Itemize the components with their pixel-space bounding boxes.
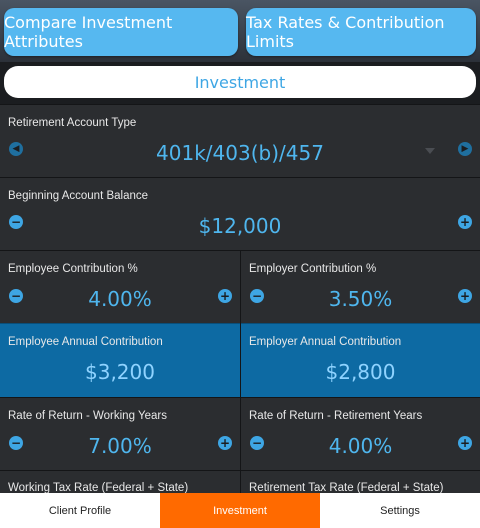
employee-annual-contribution-panel: Employee Annual Contribution $3,200 [0,323,240,397]
employee-contribution-pct-panel: Employee Contribution % − 4.00% + [0,250,240,323]
employer-annual-contribution-label: Employer Annual Contribution [249,336,402,348]
employee-annual-contribution-value: $3,200 [85,360,155,384]
tab-settings[interactable]: Settings [320,493,480,528]
rate-of-return-working-value[interactable]: 7.00% [0,434,240,458]
employee-contribution-pct-value[interactable]: 4.00% [0,287,240,311]
dropdown-caret-icon[interactable] [425,148,435,154]
rate-of-return-retirement-panel: Rate of Return - Retirement Years − 4.00… [241,397,480,470]
beginning-balance-panel: Beginning Account Balance − $12,000 + [0,177,480,250]
rate-of-return-working-panel: Rate of Return - Working Years − 7.00% + [0,397,240,470]
retirement-account-type-value[interactable]: 401k/403(b)/457 [0,141,480,165]
column-divider [240,250,241,493]
employer-contribution-pct-panel: Employer Contribution % − 3.50% + [241,250,480,323]
retirement-account-type-label: Retirement Account Type [8,117,137,129]
retirement-tax-rate-panel: Retirement Tax Rate (Federal + State) [241,470,480,494]
employer-contribution-pct-label: Employer Contribution % [249,263,377,275]
chevron-right-icon[interactable]: ▶ [458,142,472,156]
employee-annual-contribution-label: Employee Annual Contribution [8,336,163,348]
compare-investment-attributes-button[interactable]: Compare Investment Attributes [4,8,238,56]
tab-investment[interactable]: Investment [160,493,320,528]
section-title-investment: Investment [4,66,476,98]
plus-icon[interactable]: + [218,289,232,303]
employer-annual-contribution-panel: Employer Annual Contribution $2,800 [241,323,480,397]
employer-annual-contribution-value: $2,800 [325,360,396,384]
tab-client-profile[interactable]: Client Profile [0,493,160,528]
beginning-balance-label: Beginning Account Balance [8,190,149,202]
employee-contribution-pct-label: Employee Contribution % [8,263,138,275]
beginning-balance-value[interactable]: $12,000 [0,214,480,238]
rate-of-return-working-label: Rate of Return - Working Years [8,410,167,422]
plus-icon[interactable]: + [458,215,472,229]
employer-contribution-pct-value[interactable]: 3.50% [241,287,480,311]
retirement-account-type-panel: Retirement Account Type ◀ 401k/403(b)/45… [0,104,480,177]
plus-icon[interactable]: + [458,436,472,450]
working-tax-rate-panel: Working Tax Rate (Federal + State) [0,470,240,494]
plus-icon[interactable]: + [218,436,232,450]
rate-of-return-retirement-value[interactable]: 4.00% [241,434,480,458]
bottom-navigation: Client Profile Investment Settings [0,493,480,528]
rate-of-return-retirement-label: Rate of Return - Retirement Years [249,410,423,422]
tax-rates-contribution-limits-button[interactable]: Tax Rates & Contribution Limits [246,8,476,56]
plus-icon[interactable]: + [458,289,472,303]
